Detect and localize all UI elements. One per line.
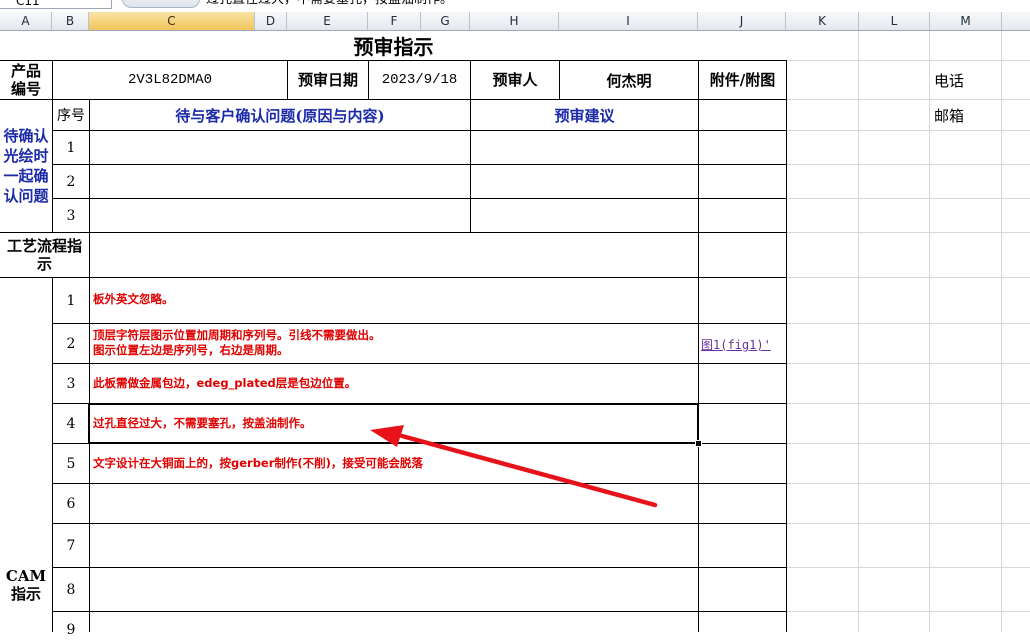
sheet-title-text: 预审指示 [353,35,434,59]
email-label[interactable]: 邮箱 [930,100,1002,130]
phone-label[interactable]: 电话 [930,61,1002,99]
product-label[interactable]: 产品编号 [0,61,52,99]
name-box[interactable]: C11 [0,0,112,9]
column-header-e[interactable]: E [287,12,368,30]
confirm-section-label[interactable]: 待确认光绘时一起确认问题 [0,100,52,232]
column-header-b[interactable]: B [52,12,89,30]
review-date-label[interactable]: 预审日期 [288,61,368,99]
reviewer-cell[interactable]: 何杰明 [560,61,698,99]
cam-row-text[interactable]: 板外英文忽略。 [93,292,174,307]
cam-row-num[interactable]: 1 [53,278,89,323]
process-label[interactable]: 工艺流程指示 [0,233,89,277]
cam-row-text[interactable]: 文字设计在大铜面上的，按gerber制作(不削)，接受可能会脱落 [93,456,423,471]
attachment-link-fig1[interactable]: 图1(fig1)' [701,336,771,353]
confirm-row-num[interactable]: 2 [53,165,89,198]
arrow-shaft [399,433,658,508]
review-date-cell[interactable]: 2023/9/18 [369,61,470,99]
advice-label[interactable]: 预审建议 [471,100,698,130]
pending-label[interactable]: 待与客户确认问题(原因与内容) [90,100,470,130]
cam-row-text-line2[interactable]: 图示位置左边是序列号，右边是周期。 [93,343,289,358]
column-header-n[interactable] [1002,12,1030,30]
cam-row-num[interactable]: 8 [53,568,89,611]
column-header-k[interactable]: K [786,12,859,30]
column-header-g[interactable]: G [421,12,470,30]
attachment-label[interactable]: 附件/附图 [699,61,786,99]
cam-row-num[interactable]: 2 [53,324,89,363]
cam-row-text[interactable]: 此板需做金属包边，edeg_plated层是包边位置。 [93,376,356,391]
product-code-cell[interactable]: 2V3L82DMA0 [53,61,287,99]
confirm-row-num[interactable]: 1 [53,131,89,164]
column-header-m[interactable]: M [930,12,1002,30]
column-header-h[interactable]: H [470,12,559,30]
reviewer-label[interactable]: 预审人 [471,61,559,99]
column-header-f[interactable]: F [368,12,421,30]
column-header-a[interactable]: A [0,12,52,30]
cam-row-text[interactable]: 顶层字符层图示位置加周期和序列号。引线不需要做出。 [93,328,381,343]
column-header-j[interactable]: J [698,12,786,30]
cam-row-num[interactable]: 7 [53,524,89,567]
cam-row-num[interactable]: 4 [53,404,89,443]
column-header-row: A B C D E F G H I J K L M [0,12,1030,31]
sheet-title[interactable]: 预审指示 [0,31,787,60]
formula-bar: C11 过孔直径过大，不需要塞孔，按盖油制作。 [0,0,1030,12]
cam-row-num[interactable]: 6 [53,484,89,523]
function-button[interactable] [122,0,200,8]
column-header-i[interactable]: I [559,12,698,30]
formula-input[interactable]: 过孔直径过大，不需要塞孔，按盖油制作。 [206,0,453,9]
seq-label[interactable]: 序号 [53,100,89,130]
fill-handle[interactable] [695,440,702,447]
column-header-l[interactable]: L [859,12,930,30]
cam-row-num[interactable]: 9 [53,612,89,642]
column-header-c[interactable]: C [89,12,255,30]
confirm-row-num[interactable]: 3 [53,199,89,232]
column-header-d[interactable]: D [255,12,287,30]
cam-label[interactable]: CAM指示 [0,560,52,610]
active-cell-selection[interactable] [88,403,699,444]
cam-row-num[interactable]: 5 [53,444,89,483]
cam-row-num[interactable]: 3 [53,364,89,403]
